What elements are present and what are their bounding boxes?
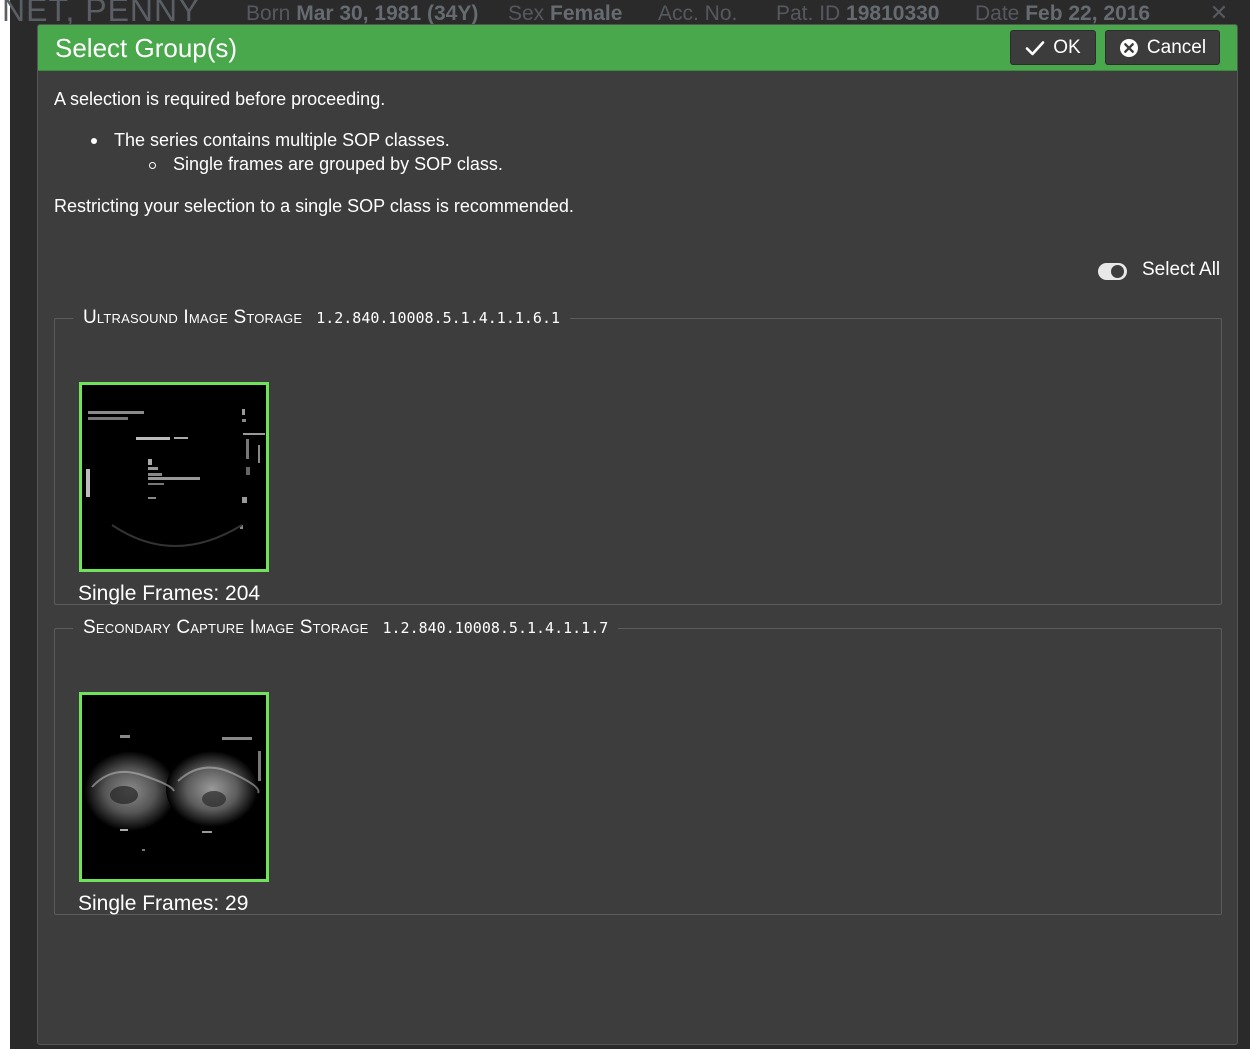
intro-message: A selection is required before proceedin…	[54, 89, 386, 109]
ok-button[interactable]: OK	[1010, 30, 1096, 65]
date-value: Feb 22, 2016	[1025, 2, 1151, 25]
sub-bullet-grouped: Single frames are grouped by SOP class.	[173, 154, 503, 174]
single-frames-count: Single Frames: 204	[78, 582, 261, 605]
ok-button-label: OK	[1053, 36, 1081, 58]
select-all-label[interactable]: Select All	[1142, 259, 1220, 281]
ultrasound-image	[82, 385, 266, 569]
toggle-knob	[1111, 265, 1124, 278]
cancel-circle-icon	[1119, 38, 1138, 57]
bullet-dot	[91, 138, 97, 144]
patient-info-bar: NET, PENNY Born Mar 30, 1981 (34Y) Sex F…	[0, 0, 1250, 26]
dialog-header: Select Group(s) OK Cancel	[38, 25, 1237, 71]
pat-id-value: 19810330	[846, 2, 940, 25]
select-groups-dialog: Select Group(s) OK Cancel A selection is…	[37, 24, 1238, 1045]
series-thumbnail[interactable]	[79, 382, 269, 572]
select-all-toggle[interactable]	[1098, 263, 1127, 280]
pat-id-label: Pat. ID	[776, 2, 841, 25]
close-icon[interactable]: ✕	[1196, 0, 1242, 26]
cancel-button-label: Cancel	[1146, 36, 1207, 58]
sex-field: Sex Female	[508, 2, 622, 26]
group-legend: Ultrasound Image Storage 1.2.840.10008.5.…	[73, 307, 570, 330]
acc-label: Acc. No.	[658, 2, 738, 25]
sex-value: Female	[550, 2, 623, 25]
patient-name: NET, PENNY	[2, 0, 201, 26]
date-field: Date Feb 22, 2016	[975, 2, 1150, 26]
checkmark-icon	[1025, 40, 1045, 55]
sop-class-name: Ultrasound Image Storage	[83, 307, 303, 328]
born-value: Mar 30, 1981 (34Y)	[296, 2, 479, 25]
series-thumbnail[interactable]	[79, 692, 269, 882]
sop-class-name: Secondary Capture Image Storage	[83, 617, 369, 638]
pat-id-field: Pat. ID 19810330	[776, 2, 939, 26]
sop-group-ultrasound: Ultrasound Image Storage 1.2.840.10008.5.…	[54, 307, 1222, 605]
acc-field: Acc. No.	[658, 2, 737, 26]
born-label: Born	[246, 2, 291, 25]
sop-class-uid: 1.2.840.10008.5.1.4.1.1.7	[382, 619, 609, 637]
born-field: Born Mar 30, 1981 (34Y)	[246, 2, 478, 26]
secondary-capture-image	[82, 695, 266, 879]
sop-class-uid: 1.2.840.10008.5.1.4.1.1.6.1	[316, 309, 561, 327]
bullet-multiple-sop: The series contains multiple SOP classes…	[114, 130, 450, 150]
sop-group-secondary-capture: Secondary Capture Image Storage 1.2.840.1…	[54, 617, 1222, 915]
dialog-title: Select Group(s)	[55, 33, 238, 63]
single-frames-count: Single Frames: 29	[78, 892, 249, 915]
cancel-button[interactable]: Cancel	[1105, 30, 1220, 65]
recommendation-message: Restricting your selection to a single S…	[54, 196, 574, 216]
group-legend: Secondary Capture Image Storage 1.2.840.1…	[73, 617, 618, 640]
sex-label: Sex	[508, 2, 545, 25]
sub-bullet-circle	[149, 162, 156, 169]
date-label: Date	[975, 2, 1020, 25]
